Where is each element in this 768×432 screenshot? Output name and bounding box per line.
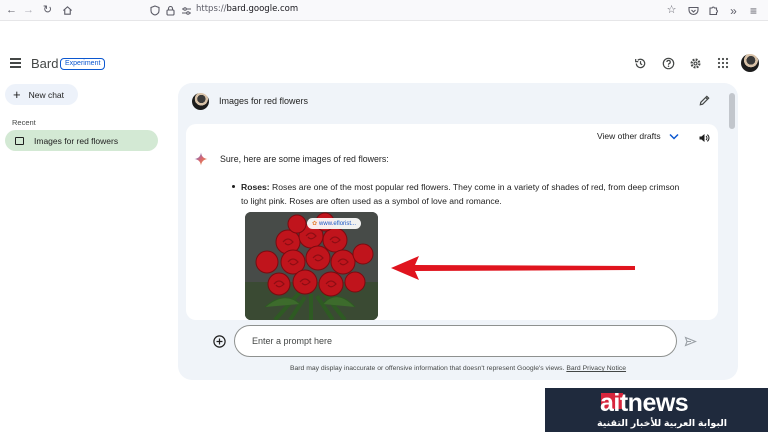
disclaimer-text: Bard may display inaccurate or offensive… <box>289 365 567 372</box>
overflow-icon[interactable]: » <box>726 3 741 18</box>
back-icon[interactable]: ← <box>4 3 19 18</box>
new-chat-label: New chat <box>28 89 65 100</box>
scrollbar[interactable] <box>727 91 736 317</box>
user-prompt-text: Images for red flowers <box>219 96 309 106</box>
response-card: View other drafts Sure, here are some im… <box>186 124 718 320</box>
watermark-subtitle: البوابة العربية للأخبار التقنية <box>597 418 728 429</box>
view-drafts-button[interactable]: View other drafts <box>597 131 679 141</box>
bullet-roses: Roses: Roses are one of the most popular… <box>241 180 681 208</box>
browser-toolbar: ← → ↻ https://bard.google.com ☆ » ≡ <box>0 0 768 21</box>
brand-name: Bard <box>31 56 59 71</box>
chat-bubble-icon <box>15 136 24 145</box>
add-attachment-icon[interactable] <box>213 335 226 348</box>
plus-icon: + <box>13 87 21 102</box>
extensions-icon[interactable] <box>706 3 721 18</box>
shield-icon[interactable] <box>147 3 162 18</box>
pocket-icon[interactable] <box>686 3 701 18</box>
bullet-marker <box>232 185 235 188</box>
reload-icon[interactable]: ↻ <box>40 3 55 18</box>
sidebar-chat-item[interactable]: Images for red flowers <box>5 130 158 151</box>
edit-pencil-icon[interactable] <box>698 94 712 108</box>
disclaimer: Bard may display inaccurate or offensive… <box>178 365 738 372</box>
experiment-badge: Experiment <box>60 58 106 70</box>
view-drafts-label: View other drafts <box>597 131 661 141</box>
speaker-icon[interactable] <box>698 131 710 143</box>
send-icon[interactable] <box>684 335 697 348</box>
home-icon[interactable] <box>60 3 75 18</box>
image-source-label: www.eflorist... <box>319 220 357 227</box>
apps-grid-icon[interactable] <box>716 56 730 70</box>
bookmark-star-icon[interactable]: ☆ <box>664 3 679 18</box>
history-icon[interactable] <box>633 56 647 70</box>
watermark-logo: aitnews البوابة العربية للأخبار التقنية <box>545 388 768 432</box>
prompt-input[interactable] <box>234 325 677 357</box>
new-chat-button[interactable]: + New chat <box>5 84 78 105</box>
user-prompt: Images for red flowers <box>192 91 308 111</box>
permissions-icon[interactable] <box>179 3 194 18</box>
forward-icon[interactable]: → <box>21 3 36 18</box>
help-icon[interactable] <box>661 56 675 70</box>
user-avatar <box>192 92 209 110</box>
roses-image[interactable]: ✿ www.eflorist... <box>245 212 378 320</box>
settings-icon[interactable] <box>688 56 702 70</box>
image-source-chip[interactable]: ✿ www.eflorist... <box>307 218 362 229</box>
menu-icon[interactable]: ≡ <box>746 3 761 18</box>
bullet-title: Roses: <box>241 182 270 192</box>
recent-heading: Recent <box>12 118 36 127</box>
avatar[interactable] <box>741 54 759 72</box>
response-intro: Sure, here are some images of red flower… <box>220 154 389 164</box>
bullet-body: Roses are one of the most popular red fl… <box>241 182 680 206</box>
source-favicon-icon: ✿ <box>312 221 318 227</box>
url-prefix: https:// <box>196 4 227 14</box>
chevron-down-icon <box>669 133 679 140</box>
scrollbar-thumb[interactable] <box>729 93 735 129</box>
watermark-title: aitnews <box>600 389 689 417</box>
privacy-link[interactable]: Bard Privacy Notice <box>566 365 626 372</box>
url-bar[interactable]: https://bard.google.com <box>196 4 298 14</box>
main-menu-icon[interactable] <box>8 56 24 70</box>
sidebar-chat-label: Images for red flowers <box>34 135 119 146</box>
lock-icon[interactable] <box>163 3 178 18</box>
conversation-panel: Images for red flowers View other drafts… <box>178 83 738 380</box>
annotation-arrow-icon <box>391 256 635 280</box>
url-host: bard.google.com <box>226 4 299 14</box>
bard-sparkle-icon <box>194 152 208 166</box>
